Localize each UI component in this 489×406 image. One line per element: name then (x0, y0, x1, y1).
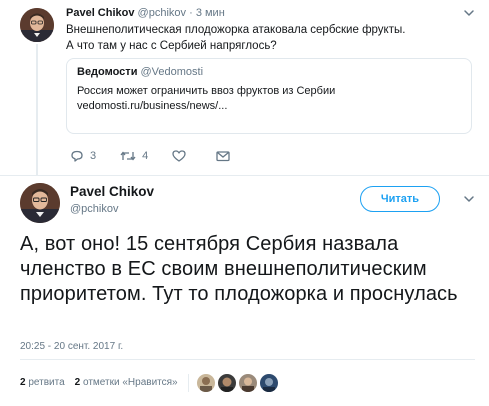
parent-actions: 3 4 (70, 148, 260, 164)
reply-count: 3 (90, 150, 97, 162)
heart-icon (172, 150, 186, 162)
parent-avatar[interactable] (20, 8, 54, 42)
parent-timestamp[interactable]: 3 мин (196, 7, 225, 19)
tweet-stats: 2 ретвита 2 отметки «Нравится» (20, 374, 281, 392)
main-timestamp[interactable]: 20:25 - 20 сент. 2017 г. (20, 341, 123, 353)
parent-author-name[interactable]: Pavel Chikov (66, 7, 134, 19)
likes-stat[interactable]: 2 отметки «Нравится» (75, 376, 178, 390)
parent-header: Pavel Chikov @pchikov · 3 мин (66, 6, 225, 20)
retweet-count: 4 (142, 150, 149, 162)
parent-text-line: Внешнеполитическая плодожорка атаковала … (66, 24, 406, 36)
liker-avatar[interactable] (217, 374, 236, 392)
quote-source-name: Ведомости (77, 66, 138, 78)
retweet-icon (120, 151, 136, 161)
liker-avatar[interactable] (196, 374, 215, 392)
header-separator: · (189, 7, 193, 19)
main-author-handle[interactable]: @pchikov (70, 202, 118, 216)
thread-line (36, 44, 38, 176)
main-author-name[interactable]: Pavel Chikov (70, 184, 154, 200)
message-button[interactable] (216, 150, 236, 162)
parent-author-handle[interactable]: @pchikov (138, 7, 186, 19)
retweets-stat[interactable]: 2 ретвита (20, 376, 65, 390)
likes-label: отметки «Нравится» (83, 377, 178, 388)
stats-separator (187, 374, 189, 392)
liker-avatars (196, 374, 281, 392)
quote-link[interactable]: vedomosti.ru/business/news/... (77, 99, 461, 114)
quote-source-handle: @Vedomosti (140, 66, 204, 78)
quote-text: Россия может ограничить ввоз фруктов из … (77, 85, 336, 97)
follow-button[interactable]: Читать (360, 186, 440, 212)
main-tweet-text: А, вот оно! 15 сентября Сербия назвала ч… (20, 233, 458, 305)
parent-tweet[interactable]: Pavel Chikov @pchikov · 3 мин Внешнеполи… (0, 0, 489, 176)
likes-count: 2 (74, 377, 81, 388)
retweets-label: ретвита (28, 377, 65, 388)
parent-text-line: А что там у нас с Сербией напряглось? (66, 40, 277, 52)
like-button[interactable] (172, 150, 192, 162)
main-avatar[interactable] (20, 183, 60, 223)
envelope-icon (216, 151, 230, 162)
chevron-down-icon[interactable] (463, 7, 475, 19)
retweet-button[interactable]: 4 (120, 150, 148, 162)
quoted-tweet-card[interactable]: Ведомости @Vedomosti Россия может ограни… (66, 58, 472, 134)
liker-avatar[interactable] (238, 374, 257, 392)
liker-avatar[interactable] (259, 374, 278, 392)
retweets-count: 2 (20, 377, 26, 388)
chevron-down-icon[interactable] (463, 193, 475, 205)
reply-icon (71, 150, 83, 162)
parent-tweet-text: Внешнеполитическая плодожорка атаковала … (66, 22, 466, 54)
reply-button[interactable]: 3 (70, 150, 96, 162)
divider (20, 359, 475, 360)
